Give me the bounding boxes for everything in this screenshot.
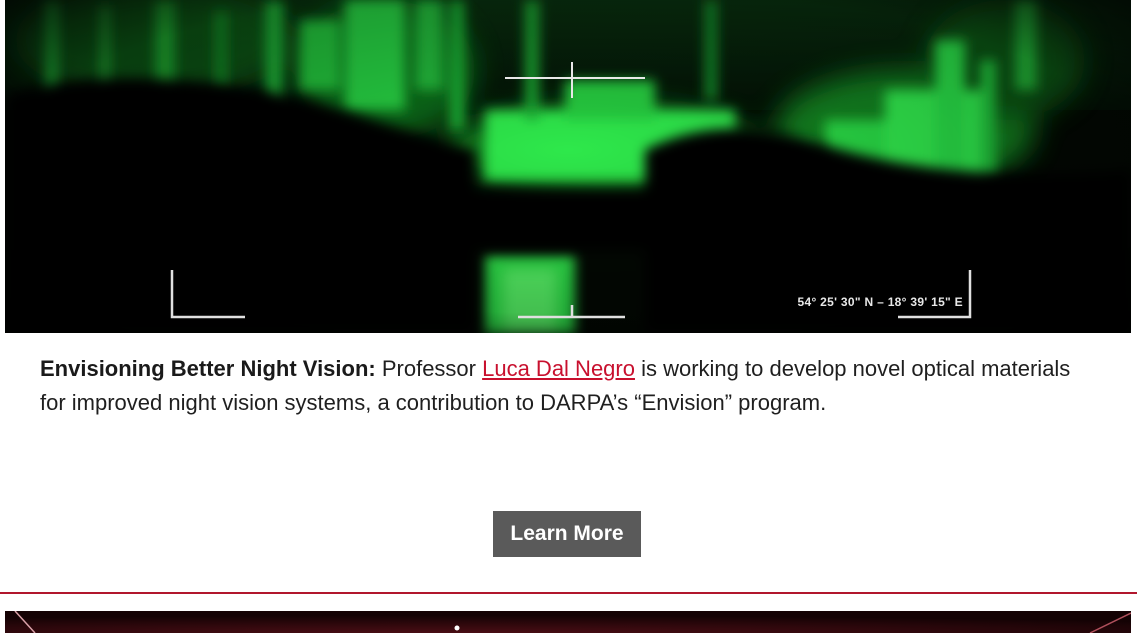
next-article-image-scene (5, 611, 1131, 633)
caption-text-before-link: Professor (375, 356, 483, 381)
professor-profile-link[interactable]: Luca Dal Negro (482, 356, 635, 381)
light-dot-icon (454, 625, 460, 631)
caption-title: Envisioning Better Night Vision: (40, 356, 376, 381)
night-vision-hero-image: 54° 25' 30" N – 18° 39' 15" E (5, 0, 1131, 333)
next-article-image (5, 611, 1131, 633)
gps-coordinates-readout: 54° 25' 30" N – 18° 39' 15" E (797, 295, 963, 309)
article-caption: Envisioning Better Night Vision: Profess… (40, 352, 1100, 420)
section-divider (0, 592, 1137, 594)
learn-more-button[interactable]: Learn More (493, 511, 641, 557)
night-vision-scene (5, 0, 1131, 333)
